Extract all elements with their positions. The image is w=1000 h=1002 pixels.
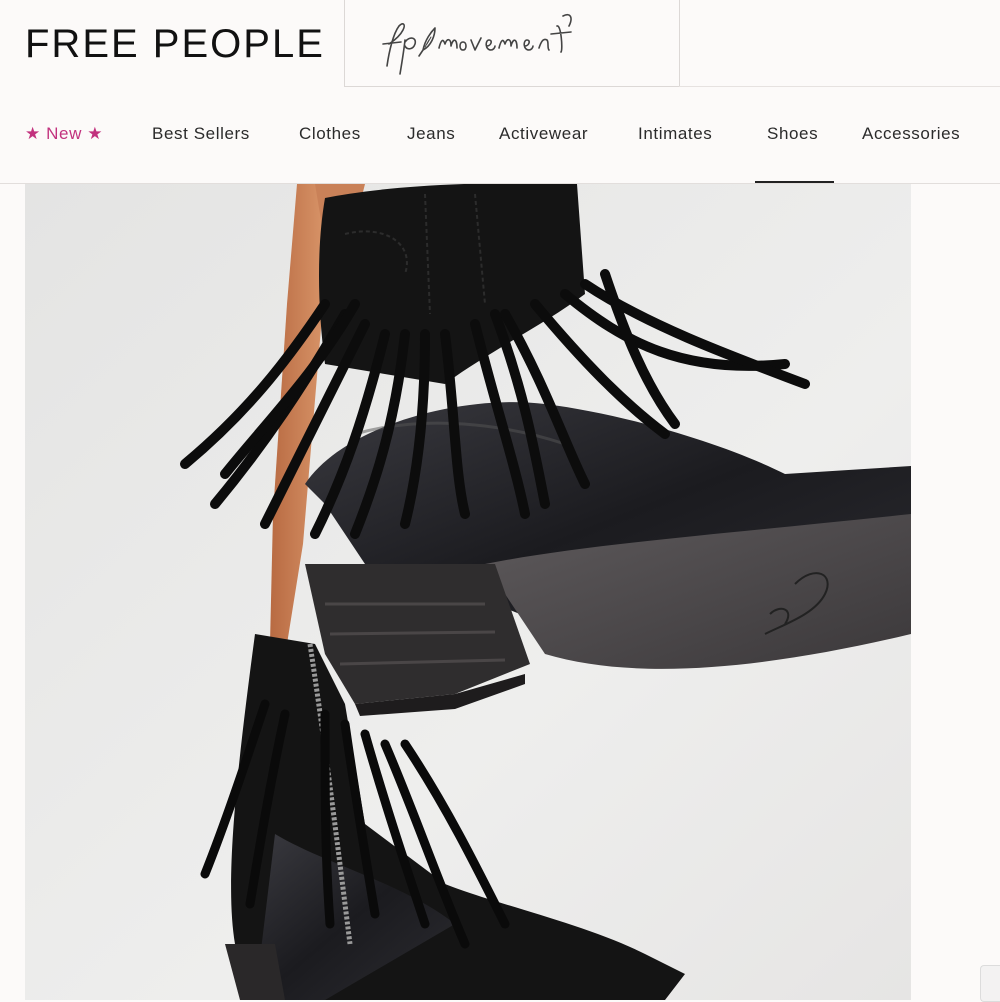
fringe-boots-photo (25, 184, 911, 1000)
fp-movement-logo (382, 13, 572, 75)
main-navigation: ★ New ★ Best Sellers Clothes Jeans Activ… (0, 87, 1000, 184)
nav-item-activewear[interactable]: Activewear (499, 124, 588, 144)
nav-item-best-sellers[interactable]: Best Sellers (152, 124, 250, 144)
nav-item-intimates[interactable]: Intimates (638, 124, 712, 144)
product-hero-image[interactable] (25, 184, 911, 1000)
recaptcha-badge[interactable] (980, 965, 1000, 1002)
active-nav-indicator (755, 181, 834, 183)
brand-logo-text: FREE PEOPLE (25, 21, 325, 66)
top-bar: FREE PEOPLE (0, 0, 1000, 87)
nav-item-accessories[interactable]: Accessories (862, 124, 960, 144)
fp-movement-tab[interactable] (344, 0, 680, 87)
nav-item-jeans[interactable]: Jeans (407, 124, 455, 144)
nav-item-shoes[interactable]: Shoes (767, 124, 818, 144)
free-people-logo-link[interactable]: FREE PEOPLE (0, 0, 344, 87)
nav-item-clothes[interactable]: Clothes (299, 124, 361, 144)
nav-item-new[interactable]: ★ New ★ (25, 124, 103, 144)
page-margin (911, 184, 1000, 1000)
